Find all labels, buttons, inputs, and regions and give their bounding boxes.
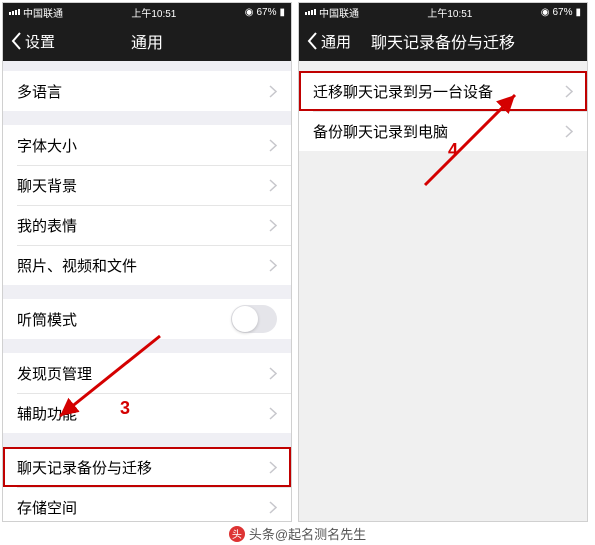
row-migrate-device[interactable]: 迁移聊天记录到另一台设备 <box>299 71 587 111</box>
row-chat-background[interactable]: 聊天背景 <box>3 165 291 205</box>
row-label: 聊天记录备份与迁移 <box>17 457 152 478</box>
chevron-right-icon <box>269 367 277 380</box>
battery-icon: ▮ <box>575 7 581 18</box>
chevron-right-icon <box>269 219 277 232</box>
back-button[interactable]: 设置 <box>3 31 63 52</box>
battery-label: 67% <box>552 7 572 18</box>
status-bar: 中国联通 上午10:51 ◉ 67% ▮ <box>299 3 587 21</box>
row-label: 备份聊天记录到电脑 <box>313 121 448 142</box>
toggle-switch[interactable] <box>231 305 277 333</box>
chevron-right-icon <box>269 501 277 514</box>
row-earpiece-mode[interactable]: 听筒模式 <box>3 299 291 339</box>
row-accessibility[interactable]: 辅助功能 <box>3 393 291 433</box>
phone-left: 中国联通 上午10:51 ◉ 67% ▮ 设置 通用 多语言 字体大 <box>2 2 292 522</box>
time-label: 上午10:51 <box>427 5 472 20</box>
row-media-files[interactable]: 照片、视频和文件 <box>3 245 291 285</box>
battery-icon: ▮ <box>279 7 285 18</box>
row-label: 听筒模式 <box>17 309 77 330</box>
row-label: 辅助功能 <box>17 403 77 424</box>
chevron-right-icon <box>269 259 277 272</box>
carrier-label: 中国联通 <box>319 5 359 20</box>
row-label: 字体大小 <box>17 135 77 156</box>
phone-right: 中国联通 上午10:51 ◉ 67% ▮ 通用 聊天记录备份与迁移 迁移聊天记录… <box>298 2 588 522</box>
battery-ring-icon: ◉ <box>541 7 550 18</box>
chevron-left-icon <box>307 32 319 50</box>
chevron-left-icon <box>11 32 23 50</box>
row-label: 多语言 <box>17 81 62 102</box>
nav-bar: 通用 聊天记录备份与迁移 <box>299 21 587 61</box>
row-font-size[interactable]: 字体大小 <box>3 125 291 165</box>
time-label: 上午10:51 <box>131 5 176 20</box>
back-label: 通用 <box>321 31 351 52</box>
row-stickers[interactable]: 我的表情 <box>3 205 291 245</box>
back-button[interactable]: 通用 <box>299 31 359 52</box>
row-label: 存储空间 <box>17 497 77 518</box>
row-label: 我的表情 <box>17 215 77 236</box>
row-label: 发现页管理 <box>17 363 92 384</box>
chevron-right-icon <box>269 407 277 420</box>
carrier-label: 中国联通 <box>23 5 63 20</box>
row-label: 迁移聊天记录到另一台设备 <box>313 81 493 102</box>
signal-icon <box>305 9 316 15</box>
toutiao-logo-icon: 头 <box>229 526 245 542</box>
chevron-right-icon <box>269 139 277 152</box>
footer-attribution: 头 头条@起名测名先生 <box>0 524 595 543</box>
signal-icon <box>9 9 20 15</box>
row-storage[interactable]: 存储空间 <box>3 487 291 522</box>
row-label: 聊天背景 <box>17 175 77 196</box>
row-discover-manage[interactable]: 发现页管理 <box>3 353 291 393</box>
row-chat-backup-migrate[interactable]: 聊天记录备份与迁移 <box>3 447 291 487</box>
back-label: 设置 <box>25 31 55 52</box>
row-label: 照片、视频和文件 <box>17 255 137 276</box>
chevron-right-icon <box>269 179 277 192</box>
row-backup-pc[interactable]: 备份聊天记录到电脑 <box>299 111 587 151</box>
chevron-right-icon <box>269 461 277 474</box>
footer-text: 头条@起名测名先生 <box>249 524 366 543</box>
chevron-right-icon <box>269 85 277 98</box>
chevron-right-icon <box>565 125 573 138</box>
battery-ring-icon: ◉ <box>245 7 254 18</box>
nav-bar: 设置 通用 <box>3 21 291 61</box>
status-bar: 中国联通 上午10:51 ◉ 67% ▮ <box>3 3 291 21</box>
row-language[interactable]: 多语言 <box>3 71 291 111</box>
chevron-right-icon <box>565 85 573 98</box>
battery-label: 67% <box>256 7 276 18</box>
